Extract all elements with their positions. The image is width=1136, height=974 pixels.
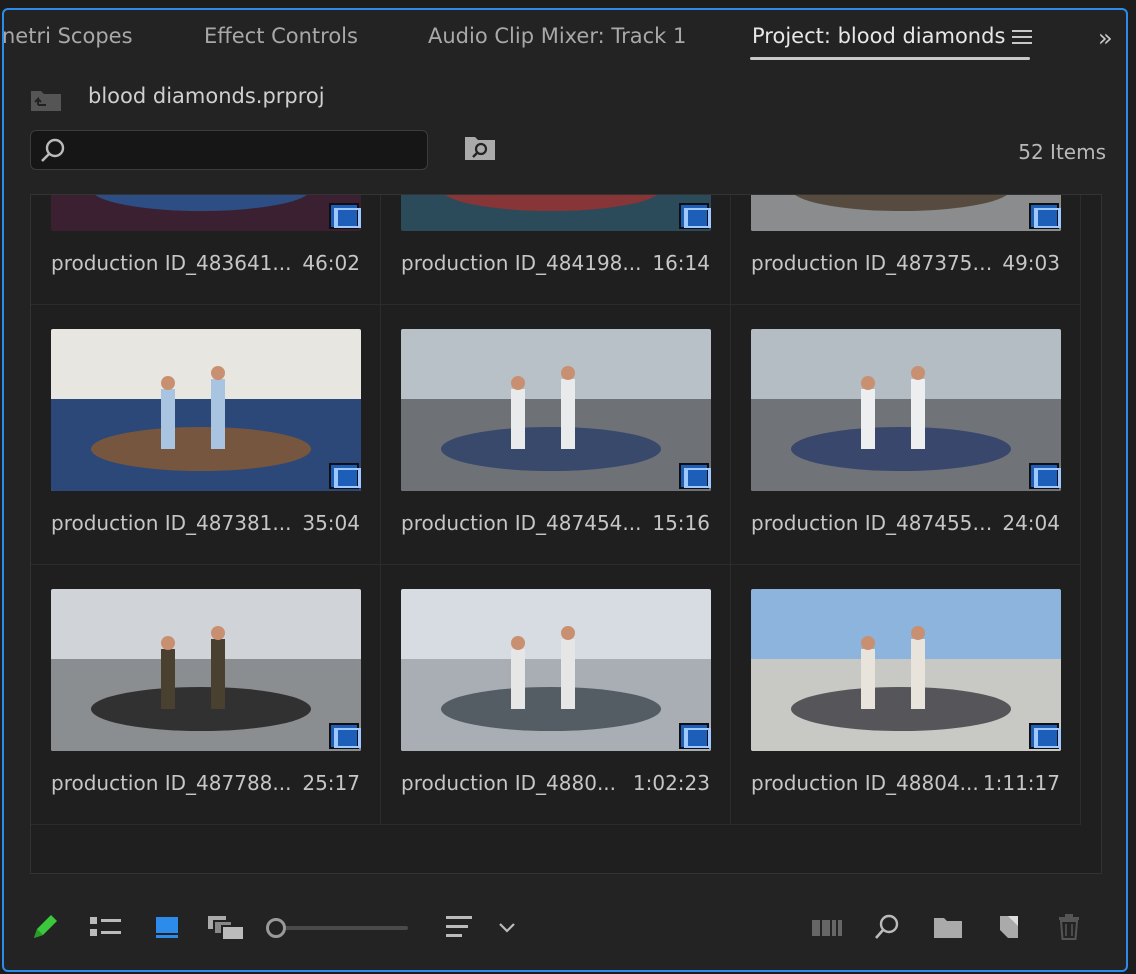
- clip-thumbnail[interactable]: [751, 329, 1061, 491]
- clip-name: production ID_4880...: [401, 771, 617, 795]
- clip-item[interactable]: production ID_48804... 1:11:17: [731, 565, 1081, 825]
- pencil-icon[interactable]: [30, 912, 60, 942]
- video-clip-icon: [1029, 463, 1061, 489]
- search-input[interactable]: [73, 137, 413, 163]
- clip-item[interactable]: production ID_483641... 46:02: [31, 195, 381, 305]
- clip-thumbnail[interactable]: [751, 195, 1061, 231]
- clip-duration: 25:17: [302, 771, 360, 795]
- tab-overflow-icon[interactable]: »: [1098, 24, 1113, 52]
- project-file-name: blood diamonds.prproj: [88, 84, 325, 108]
- clip-name: production ID_484198...: [401, 251, 642, 275]
- new-bin-icon[interactable]: [932, 912, 964, 942]
- bottom-toolbar: [4, 900, 1126, 960]
- clip-item[interactable]: production ID_4874552... 24:04: [731, 305, 1081, 565]
- video-clip-icon: [679, 203, 711, 229]
- clip-duration: 49:03: [1002, 251, 1060, 275]
- trash-icon[interactable]: [1056, 912, 1082, 942]
- video-clip-icon: [1029, 723, 1061, 749]
- video-clip-icon: [679, 463, 711, 489]
- automate-to-sequence-icon[interactable]: [810, 912, 844, 942]
- sort-icon[interactable]: [444, 912, 474, 942]
- video-clip-icon: [679, 723, 711, 749]
- clip-duration: 16:14: [652, 251, 710, 275]
- search-field[interactable]: [30, 130, 428, 170]
- clip-thumbnail[interactable]: [51, 329, 361, 491]
- folder-up-icon[interactable]: [30, 88, 62, 112]
- clip-duration: 15:16: [652, 511, 710, 535]
- clip-name: production ID_48804...: [751, 771, 979, 795]
- panel-menu-icon[interactable]: [1012, 30, 1032, 48]
- zoom-slider[interactable]: [266, 918, 408, 938]
- clip-thumbnail[interactable]: [401, 195, 711, 231]
- clip-name: production ID_483641...: [51, 251, 292, 275]
- clip-thumbnail[interactable]: [51, 589, 361, 751]
- clip-item[interactable]: production ID_487454... 15:16: [381, 305, 731, 565]
- clip-grid: production ID_483641... 46:02 production I…: [30, 194, 1102, 874]
- clip-item[interactable]: production ID_487788... 25:17: [31, 565, 381, 825]
- tab-audio-clip-mixer[interactable]: Audio Clip Mixer: Track 1: [428, 24, 686, 48]
- freeform-view-icon[interactable]: [206, 912, 246, 942]
- items-count: 52 Items: [1018, 140, 1106, 164]
- clip-duration: 35:04: [302, 511, 360, 535]
- clip-name: production ID_487788...: [51, 771, 292, 795]
- search-icon: [41, 138, 65, 162]
- find-in-bin-icon[interactable]: [464, 134, 496, 162]
- find-icon[interactable]: [872, 912, 902, 942]
- video-clip-icon: [329, 463, 361, 489]
- video-clip-icon: [1029, 203, 1061, 229]
- zoom-slider-knob[interactable]: [266, 918, 286, 938]
- clip-duration: 46:02: [302, 251, 360, 275]
- clip-thumbnail[interactable]: [401, 589, 711, 751]
- clip-duration: 24:04: [1002, 511, 1060, 535]
- clip-thumbnail[interactable]: [51, 195, 361, 231]
- clip-thumbnail[interactable]: [401, 329, 711, 491]
- video-clip-icon: [329, 723, 361, 749]
- clip-name: production ID_487381...: [51, 511, 292, 535]
- icon-view-icon[interactable]: [152, 912, 182, 942]
- tab-effect-controls[interactable]: Effect Controls: [204, 24, 358, 48]
- clip-item[interactable]: production ID_487381... 35:04: [31, 305, 381, 565]
- clip-name: production ID_4874552...: [751, 511, 1001, 535]
- clip-item[interactable]: production ID_4880... 1:02:23: [381, 565, 731, 825]
- clip-name: production ID_487454...: [401, 511, 642, 535]
- clip-duration: 1:02:23: [632, 771, 710, 795]
- new-item-icon[interactable]: [994, 912, 1024, 942]
- video-clip-icon: [329, 203, 361, 229]
- clip-name: production ID_4873751...: [751, 251, 1001, 275]
- project-panel: netri Scopes Effect Controls Audio Clip …: [2, 8, 1128, 972]
- clip-thumbnail[interactable]: [751, 589, 1061, 751]
- clip-item[interactable]: production ID_4873751... 49:03: [731, 195, 1081, 305]
- active-tab-indicator: [750, 57, 1030, 60]
- tab-lumetri-scopes[interactable]: netri Scopes: [4, 24, 133, 48]
- clip-item[interactable]: production ID_484198... 16:14: [381, 195, 731, 305]
- chevron-down-icon[interactable]: [496, 912, 518, 942]
- panel-tab-bar: netri Scopes Effect Controls Audio Clip …: [4, 10, 1126, 66]
- list-view-icon[interactable]: [88, 912, 124, 942]
- clip-duration: 1:11:17: [982, 771, 1060, 795]
- tab-project[interactable]: Project: blood diamonds: [752, 24, 1005, 48]
